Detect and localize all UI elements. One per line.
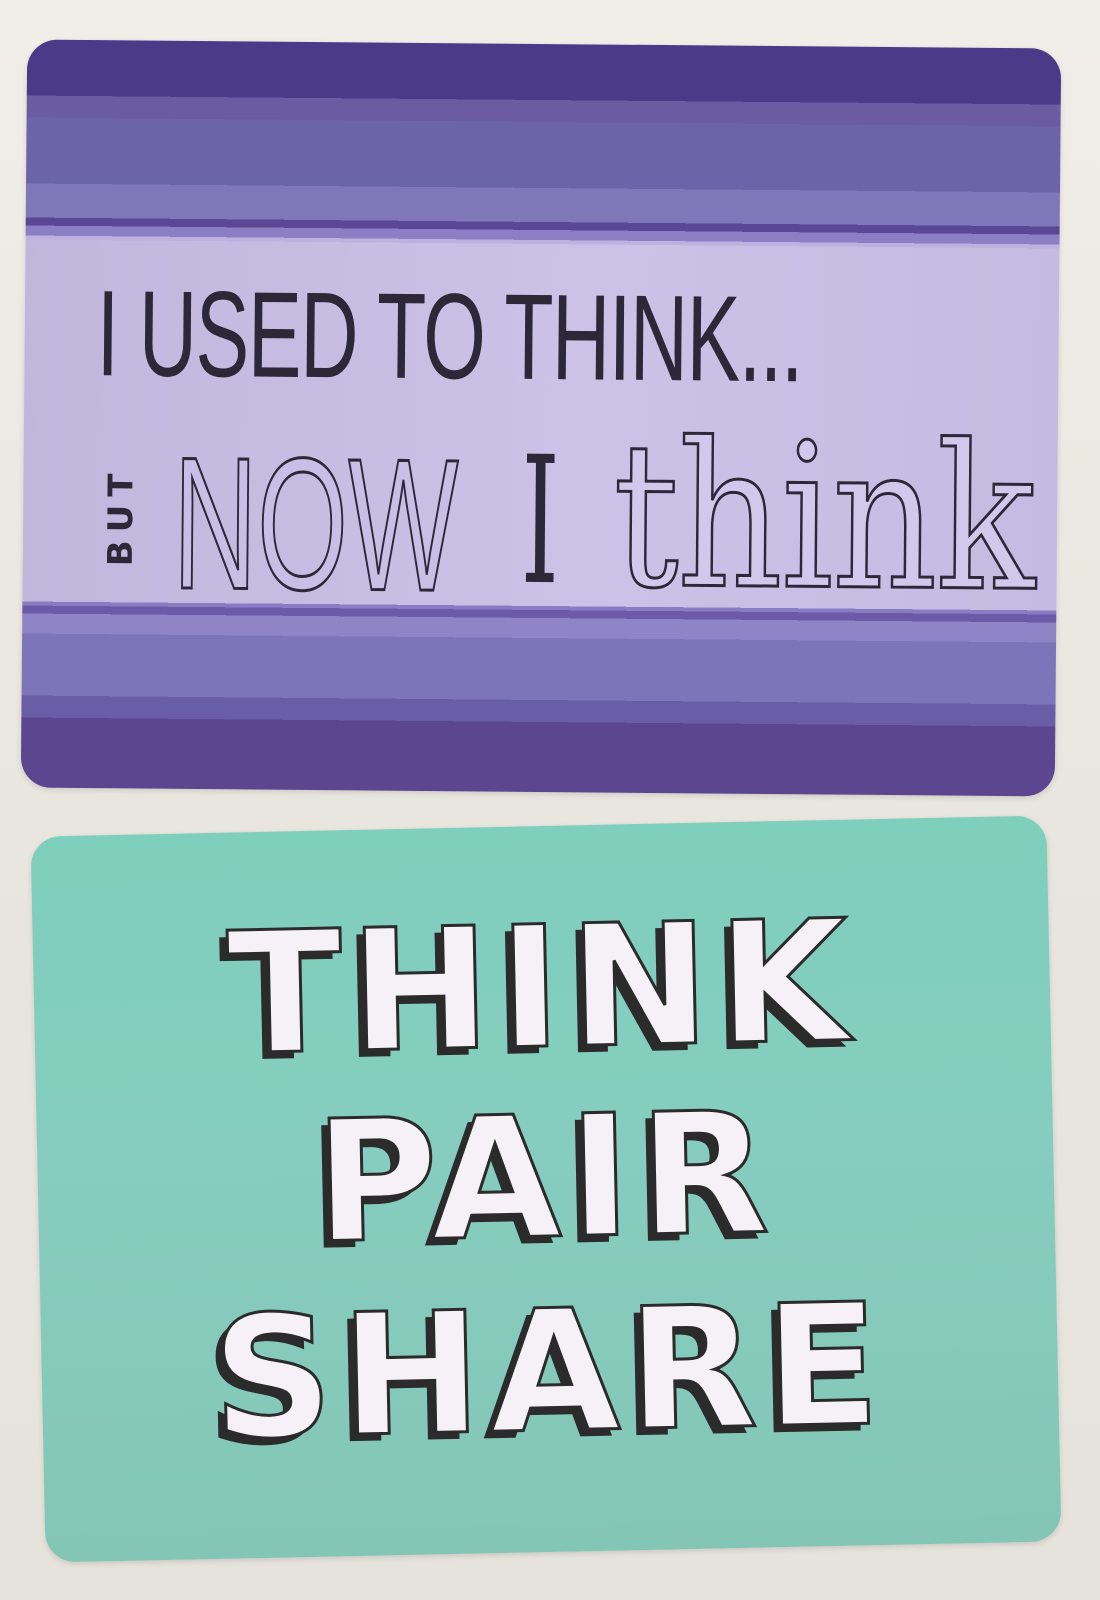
- i-text: I: [520, 418, 561, 625]
- share-word: SHARE: [208, 1265, 891, 1478]
- think-text: think: [611, 398, 1037, 637]
- pair-word: PAIR: [311, 1074, 780, 1283]
- think-word: THINK: [224, 882, 859, 1094]
- now-text: NOW: [171, 417, 460, 632]
- think-pair-share-card: THINK PAIR SHARE: [30, 815, 1062, 1563]
- used-to-think-card: I USED TO THINK... BUT NOW I think: [20, 39, 1062, 797]
- but-text: BUT: [100, 465, 142, 567]
- used-to-think-text: I USED TO THINK...: [96, 265, 803, 408]
